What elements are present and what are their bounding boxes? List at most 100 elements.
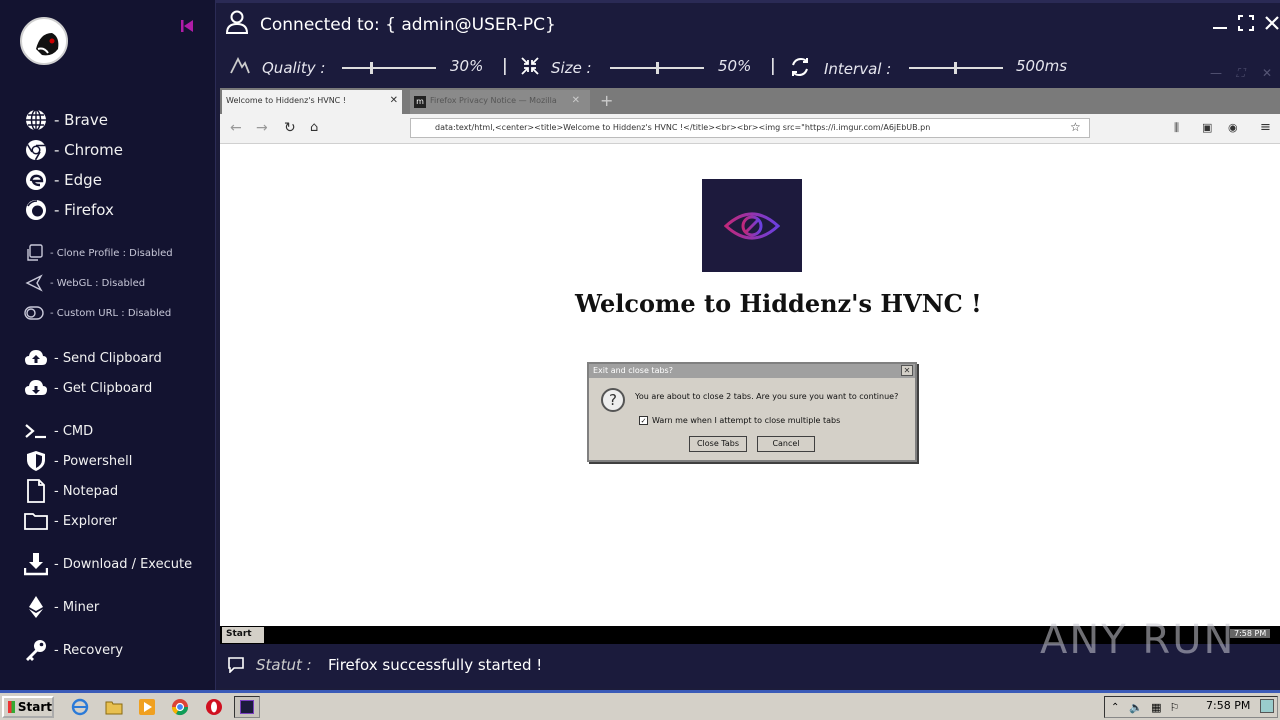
hvnc-taskbar-icon[interactable] [234,696,260,718]
close-button[interactable] [1262,12,1280,34]
close-tabs-button[interactable]: Close Tabs [689,436,747,452]
download-icon [24,552,48,576]
browser-tab-second[interactable]: m Firefox Privacy Notice — Mozilla ✕ [410,90,590,114]
maximize-button[interactable] [1236,12,1256,34]
file-icon [24,479,48,503]
new-tab-icon[interactable]: + [600,91,613,110]
tab-title: Firefox Privacy Notice — Mozilla [430,96,557,105]
sidebar-item-clone-profile[interactable]: - Clone Profile : Disabled [24,243,173,263]
chrome-icon [24,138,48,162]
ethereum-icon [24,595,48,619]
browser-page: Welcome to Hiddenz's HVNC ! Exit and clo… [220,144,1280,626]
terminal-icon [24,419,48,443]
reload-icon[interactable]: ↻ [284,120,296,136]
url-text: data:text/html,<center><title>Welcome to… [435,123,931,132]
library-icon[interactable]: ⫼ [1174,121,1179,135]
interval-slider[interactable] [909,62,1003,74]
user-icon [225,10,249,39]
media-player-icon[interactable] [137,698,157,716]
sidebar-toggle-icon[interactable]: ▣ [1202,121,1212,134]
sidebar-item-cmd[interactable]: - CMD [24,419,93,443]
mozilla-icon: m [414,96,426,108]
status-label: Statut : [256,656,312,674]
show-desktop-icon[interactable] [1260,699,1274,713]
sidebar-item-label: - Notepad [54,483,119,499]
forward-icon[interactable]: → [256,120,268,136]
menu-icon[interactable]: ≡ [1260,120,1271,135]
back-icon[interactable]: ← [230,120,242,136]
sidebar-item-custom-url[interactable]: - Custom URL : Disabled [24,303,171,323]
cloud-upload-icon [24,346,48,370]
collapse-sidebar-icon[interactable] [180,18,194,38]
windows-taskbar: Start ⌃ 🔈 ▦ ⚐ 7:58 PM [0,690,1280,720]
anyrun-watermark: ANY RUN [1040,608,1240,672]
sidebar-item-send-clipboard[interactable]: - Send Clipboard [24,346,162,370]
url-bar[interactable]: data:text/html,<center><title>Welcome to… [410,118,1090,138]
quality-control: Quality : [230,56,325,79]
copy-icon [24,243,44,263]
key-icon [24,638,48,662]
system-tray: ⌃ 🔈 ▦ ⚐ [1104,696,1278,718]
sidebar-item-get-clipboard[interactable]: - Get Clipboard [24,376,152,400]
dialog-close-icon[interactable]: ✕ [901,365,913,376]
interval-control: Interval : [790,57,891,81]
remote-start-button[interactable]: Start [222,627,264,643]
remote-close-icon[interactable]: ✕ [1262,66,1272,80]
file-explorer-icon[interactable] [104,698,124,716]
edge-icon [24,168,48,192]
sidebar-item-webgl[interactable]: - WebGL : Disabled [24,273,145,293]
sidebar-item-firefox[interactable]: - Firefox [24,198,114,222]
dialog-title: Exit and close tabs? [589,364,915,378]
cancel-button[interactable]: Cancel [757,436,815,452]
quality-icon [230,56,250,79]
hvnc-app: - Brave - Chrome - Edge - Firefox - Clon… [0,0,1280,720]
sidebar: - Brave - Chrome - Edge - Firefox - Clon… [0,0,216,690]
sidebar-item-download-execute[interactable]: - Download / Execute [24,552,192,576]
size-slider[interactable] [610,62,704,74]
chrome-taskbar-icon[interactable] [170,698,190,716]
ie-icon[interactable] [70,698,90,716]
sidebar-item-label: - CMD [54,423,94,439]
flag-icon[interactable]: ⚐ [1170,701,1180,714]
refresh-icon [790,57,810,81]
tab-close-icon[interactable]: ✕ [390,95,398,106]
sidebar-item-label: - Custom URL : Disabled [50,307,172,319]
watermark-text: ANY RUN [1040,617,1236,663]
remote-minimize-icon[interactable]: — [1210,66,1222,80]
minimize-button[interactable] [1210,12,1230,34]
home-icon[interactable]: ⌂ [310,120,318,135]
bookmark-star-icon[interactable]: ☆ [1070,120,1081,134]
separator: | [770,56,776,76]
size-value: 50% [718,57,752,75]
sidebar-item-label: - Send Clipboard [54,350,162,366]
sidebar-item-notepad[interactable]: - Notepad [24,479,118,503]
sidebar-item-label: - Powershell [54,453,133,469]
sidebar-item-powershell[interactable]: - Powershell [24,449,132,473]
firefox-icon [24,198,48,222]
sidebar-item-chrome[interactable]: - Chrome [24,138,123,162]
volume-icon[interactable]: 🔈 [1129,701,1143,714]
browser-tab-active[interactable]: Welcome to Hiddenz's HVNC ! ✕ [222,90,402,114]
tab-close-icon[interactable]: ✕ [572,95,580,106]
sidebar-item-edge[interactable]: - Edge [24,168,102,192]
welcome-heading: Welcome to Hiddenz's HVNC ! [575,289,982,318]
checkbox-label: Warn me when I attempt to close multiple… [652,416,841,425]
sidebar-item-explorer[interactable]: - Explorer [24,509,117,533]
sidebar-item-miner[interactable]: - Miner [24,595,99,619]
warn-checkbox[interactable]: ✓ Warn me when I attempt to close multipl… [639,416,840,425]
remote-maximize-icon[interactable]: ⛶ [1236,66,1244,81]
sidebar-item-brave[interactable]: - Brave [24,108,108,132]
quality-slider[interactable] [342,62,436,74]
eye-logo-image [702,179,802,272]
chat-icon [228,657,244,677]
opera-icon[interactable] [204,698,224,716]
network-icon[interactable]: ▦ [1151,701,1161,714]
sidebar-item-label: - Download / Execute [54,556,193,572]
start-button[interactable]: Start [2,696,54,718]
start-label: Start [17,700,52,714]
tray-expand-icon[interactable]: ⌃ [1111,702,1119,713]
account-icon[interactable]: ◉ [1228,121,1238,134]
remote-desktop-view[interactable]: Welcome to Hiddenz's HVNC ! ✕ m Firefox … [220,88,1280,644]
sidebar-item-label: - WebGL : Disabled [50,277,146,289]
sidebar-item-recovery[interactable]: - Recovery [24,638,123,662]
